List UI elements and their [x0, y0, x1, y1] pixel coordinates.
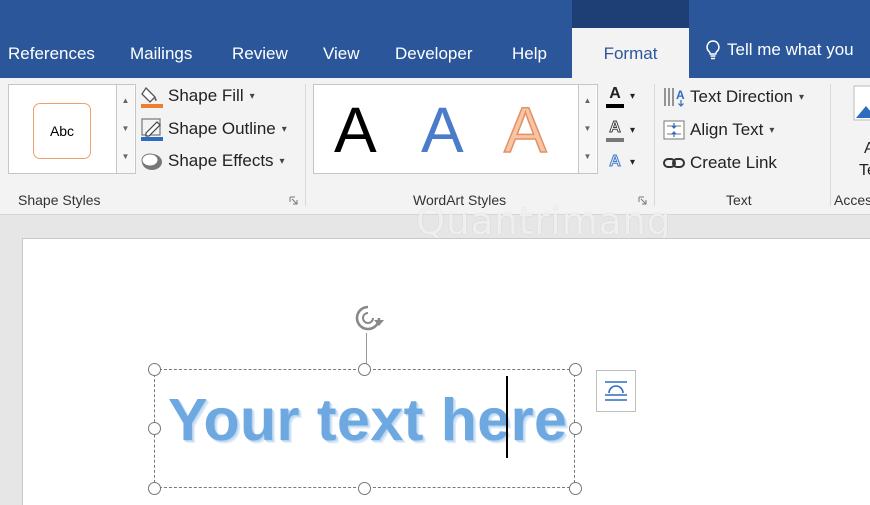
- text-group-label: Text: [726, 192, 752, 208]
- gallery-down-icon[interactable]: ▼: [117, 115, 134, 142]
- shape-fill-button[interactable]: Shape Fill ▾: [140, 84, 255, 108]
- dropdown-caret-icon: ▾: [281, 123, 287, 135]
- text-cursor: [506, 376, 508, 458]
- align-text-label: Align Text: [690, 120, 764, 139]
- gallery-scroller[interactable]: ▲ ▼ ▼: [116, 85, 134, 173]
- shape-effects-button[interactable]: Shape Effects ▾: [140, 150, 285, 172]
- dropdown-caret-icon: ▾: [798, 91, 805, 103]
- text-direction-button[interactable]: A Text Direction ▾: [662, 86, 804, 108]
- text-effects-button[interactable]: A ▾: [606, 152, 635, 172]
- group-divider: [830, 84, 831, 206]
- dropdown-caret-icon: ▾: [769, 124, 775, 136]
- wordart-style-orange[interactable]: A: [503, 94, 547, 166]
- resize-handle-left[interactable]: [148, 422, 161, 435]
- text-outline-icon: A: [606, 118, 624, 142]
- dropdown-caret-icon: ▾: [630, 124, 636, 136]
- paint-bucket-icon: [141, 86, 163, 108]
- dropdown-caret-icon: ▾: [249, 90, 255, 102]
- shape-effects-label: Shape Effects: [168, 151, 274, 170]
- resize-handle-bottom-left[interactable]: [148, 482, 161, 495]
- group-divider: [654, 84, 655, 206]
- tell-me-search[interactable]: Tell me what you: [705, 40, 854, 60]
- tab-references[interactable]: References: [8, 44, 95, 64]
- alt-text-button[interactable]: A Te: [852, 84, 870, 184]
- align-text-icon: [663, 120, 685, 140]
- tab-developer[interactable]: Developer: [395, 44, 473, 64]
- shape-style-thumbnail[interactable]: Abc: [33, 103, 91, 159]
- alt-text-label-line1: A: [864, 140, 870, 157]
- gallery-down-icon[interactable]: ▼: [579, 115, 596, 142]
- text-effects-icon: A: [609, 153, 622, 171]
- gallery-more-icon[interactable]: ▼: [117, 143, 134, 170]
- lightbulb-icon: [706, 40, 720, 60]
- align-text-button[interactable]: Align Text ▾: [662, 119, 774, 141]
- text-direction-icon: A: [664, 88, 685, 107]
- alt-text-icon: [853, 85, 870, 121]
- text-outline-button[interactable]: A ▾: [606, 118, 635, 142]
- tab-format[interactable]: Format: [572, 28, 689, 78]
- dropdown-caret-icon: ▾: [630, 156, 636, 168]
- layout-options-button[interactable]: [596, 370, 636, 412]
- ribbon-tab-bar: [0, 0, 870, 78]
- shape-styles-gallery[interactable]: Abc ▲ ▼ ▼: [8, 84, 136, 174]
- text-direction-label: Text Direction: [690, 87, 793, 106]
- resize-handle-top-right[interactable]: [569, 363, 582, 376]
- contextual-tab-header: [572, 0, 689, 28]
- shape-styles-group-label: Shape Styles: [18, 192, 101, 208]
- tab-view[interactable]: View: [323, 44, 360, 64]
- accessibility-group-label: Acces: [834, 192, 870, 208]
- tab-mailings[interactable]: Mailings: [130, 44, 192, 64]
- wordart-style-blue[interactable]: A: [421, 95, 464, 165]
- ribbon: Abc ▲ ▼ ▼ Shape Fill ▾ Shape Outline ▾ S…: [0, 78, 870, 215]
- resize-handle-bottom-right[interactable]: [569, 482, 582, 495]
- alt-text-label-line2: Te: [859, 162, 870, 179]
- resize-handle-top[interactable]: [358, 363, 371, 376]
- svg-text:A: A: [676, 88, 685, 102]
- text-fill-icon: A: [606, 84, 624, 108]
- group-divider: [305, 84, 306, 206]
- resize-handle-right[interactable]: [569, 422, 582, 435]
- create-link-label: Create Link: [690, 153, 777, 172]
- tab-review[interactable]: Review: [232, 44, 288, 64]
- watermark: Quantrimang: [416, 200, 672, 243]
- resize-handle-top-left[interactable]: [148, 363, 161, 376]
- shape-outline-label: Shape Outline: [168, 119, 276, 138]
- gallery-up-icon[interactable]: ▲: [117, 87, 134, 114]
- layout-options-icon: [605, 381, 627, 401]
- wordart-styles-gallery[interactable]: A A A ▲ ▼ ▼: [313, 84, 598, 174]
- rotate-handle-stem: [366, 333, 367, 367]
- pen-outline-icon: [141, 118, 163, 141]
- rotate-handle-icon[interactable]: [348, 298, 388, 338]
- create-link-button[interactable]: Create Link: [662, 152, 777, 174]
- dropdown-caret-icon: ▾: [630, 90, 636, 102]
- gallery-up-icon[interactable]: ▲: [579, 87, 596, 114]
- shape-fill-label: Shape Fill: [168, 86, 244, 105]
- text-fill-button[interactable]: A ▾: [606, 84, 635, 108]
- shape-effects-icon: [141, 153, 162, 170]
- gallery-more-icon[interactable]: ▼: [579, 143, 596, 170]
- tell-me-label: Tell me what you: [727, 40, 854, 59]
- gallery-scroller[interactable]: ▲ ▼ ▼: [578, 85, 596, 173]
- link-icon: [663, 158, 685, 168]
- resize-handle-bottom[interactable]: [358, 482, 371, 495]
- dialog-launcher-icon[interactable]: [289, 196, 298, 205]
- wordart-style-black[interactable]: A: [334, 95, 377, 165]
- shape-outline-button[interactable]: Shape Outline ▾: [140, 117, 287, 141]
- tab-help[interactable]: Help: [512, 44, 547, 64]
- dropdown-caret-icon: ▾: [279, 155, 285, 167]
